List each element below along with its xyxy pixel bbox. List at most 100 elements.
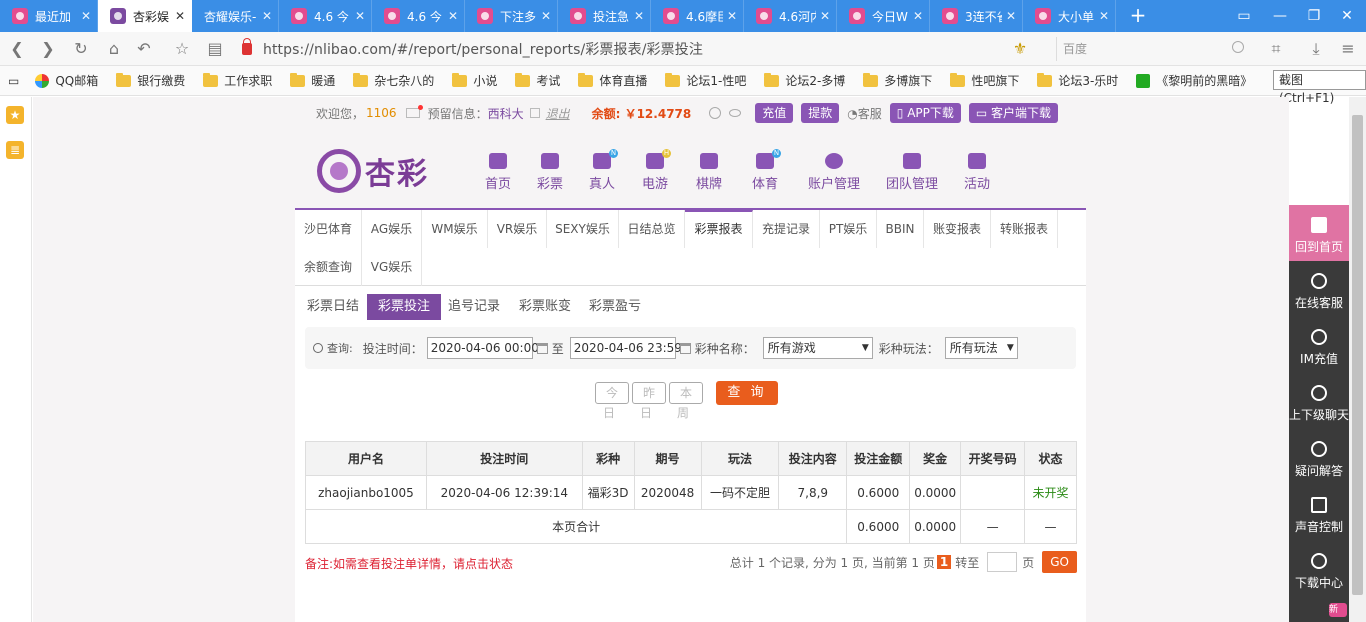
browser-tab[interactable]: 4.6河内✕ [744,0,837,32]
home-icon[interactable]: ⌂ [104,39,124,59]
browser-tab[interactable]: 今日WI ✕ [837,0,930,32]
minimize-icon[interactable]: — [1271,7,1289,25]
close-icon[interactable]: ✕ [448,9,458,23]
close-icon[interactable]: ✕ [727,9,737,23]
bookmark-folder[interactable]: 论坛2-多博 [764,72,845,89]
close-icon[interactable]: ✕ [1099,9,1109,23]
reload-icon[interactable]: ↻ [71,39,91,59]
tab-lottery-daily[interactable]: 彩票日结 [296,294,370,320]
bookmark-item[interactable]: 《黎明前的黑暗》 [1136,72,1252,89]
close-icon[interactable]: ✕ [175,9,185,23]
browser-tab[interactable]: 杏耀娱乐- ✕ [192,0,279,32]
edit-icon[interactable] [529,108,540,118]
close-icon[interactable]: ✕ [262,9,272,23]
tab-vr[interactable]: VR娱乐 [488,210,547,248]
faq-button[interactable]: 疑问解答 [1289,441,1349,479]
bookmark-item[interactable]: QQ邮箱 [35,72,98,89]
tab-lottery-balance[interactable]: 彩票账变 [508,294,582,320]
nav-item-events[interactable]: 活动 [951,153,1003,192]
search-icon[interactable] [1232,41,1244,53]
hide-balance-icon[interactable] [729,109,742,117]
browser-tab[interactable]: 最近加 ✕ [0,0,98,32]
tab-sexy[interactable]: SEXY娱乐 [547,210,619,248]
service-link[interactable]: ◔客服 [847,105,882,122]
tab-bbin[interactable]: BBIN [877,210,924,248]
tab-vg[interactable]: VG娱乐 [362,248,422,286]
search-input[interactable]: 百度 [1056,37,1252,61]
today-button[interactable]: 今日 [595,382,629,420]
deposit-button[interactable]: 充值 [755,103,794,123]
tab-lottery-report[interactable]: 彩票报表 [685,210,753,248]
new-tab-button[interactable]: + [1126,4,1150,28]
download-center-button[interactable]: 下载中心 [1289,553,1349,591]
tab-lottery-profit[interactable]: 彩票盈亏 [578,294,652,320]
browser-tab[interactable]: 3连不省✕ [930,0,1023,32]
crop-icon[interactable]: ⌗ [1266,39,1286,59]
browser-tab[interactable]: 4.6摩臣✕ [651,0,744,32]
bookmark-folder[interactable]: 性吧旗下 [950,72,1019,89]
browser-tab[interactable]: 下注多 ✕ [465,0,558,32]
site-logo[interactable]: 杏彩 [317,149,429,193]
bookmark-folder[interactable]: 多博旗下 [863,72,932,89]
close-icon[interactable]: ✕ [81,9,91,23]
query-button[interactable]: 查 询 [716,381,778,405]
nav-item-slots[interactable]: H 电游 [627,149,683,192]
mail-icon[interactable] [405,105,423,118]
tab-wm[interactable]: WM娱乐 [422,210,488,248]
bookmark-folder[interactable]: 工作求职 [203,72,272,89]
browser-tab[interactable]: 投注急 ✕ [558,0,651,32]
browser-tab[interactable]: 大小单 ✕ [1023,0,1116,32]
restore-icon[interactable]: ❐ [1305,7,1323,25]
close-icon[interactable]: ✕ [634,9,644,23]
notes-icon[interactable]: ≣ [6,141,24,159]
client-download-button[interactable]: ▭ 客户端下载 [968,103,1059,123]
window-close-icon[interactable]: ✕ [1338,7,1356,25]
calendar-icon[interactable] [536,342,548,354]
current-page[interactable]: 1 [936,555,952,569]
nav-item-home[interactable]: 首页 [473,153,523,192]
online-service-button[interactable]: 在线客服 [1289,273,1349,311]
bookmark-folder[interactable]: 杂七杂八的 [353,72,434,89]
browser-tab[interactable]: 4.6 今 ✕ [372,0,465,32]
download-icon[interactable]: ⤓ [1306,39,1326,59]
page-scrollbar[interactable] [1349,97,1366,622]
bookmark-folder[interactable]: 小说 [452,72,497,89]
nav-item-account[interactable]: 账户管理 [795,153,873,192]
bookmark-folder[interactable]: 体育直播 [578,72,647,89]
star-icon[interactable]: ☆ [172,39,192,59]
favorites-star-icon[interactable]: ★ [6,106,24,124]
withdraw-button[interactable]: 提款 [801,103,840,123]
forward-icon[interactable]: ❯ [38,39,58,59]
tab-chase-records[interactable]: 追号记录 [437,294,511,320]
close-icon[interactable]: ✕ [1006,9,1016,23]
close-icon[interactable]: ✕ [541,9,551,23]
sound-control-button[interactable]: 声音控制 [1289,497,1349,535]
refresh-icon[interactable] [709,107,722,119]
calendar-icon[interactable] [679,342,691,354]
yesterday-button[interactable]: 昨日 [632,382,666,420]
back-home-button[interactable]: 回到首页 [1289,205,1349,261]
logout-link[interactable]: 退出 [546,105,570,122]
tab-daily-overview[interactable]: 日结总览 [619,210,685,248]
menu-icon[interactable]: ≡ [1338,39,1358,59]
back-icon[interactable]: ❮ [7,39,27,59]
bookmark-folder[interactable]: 考试 [515,72,560,89]
bookmark-folder[interactable]: 论坛3-乐时 [1037,72,1118,89]
nav-item-cards[interactable]: 棋牌 [683,153,735,192]
tab-balance-change[interactable]: 账变报表 [924,210,991,248]
nav-item-sports[interactable]: N 体育 [735,149,795,192]
lottery-select[interactable]: 所有游戏 [762,337,873,359]
bookmark-folder[interactable]: 论坛1-性吧 [665,72,746,89]
nav-item-lottery[interactable]: 彩票 [523,153,577,192]
close-icon[interactable]: ✕ [913,9,923,23]
bookmark-folder[interactable]: 暖通 [290,72,335,89]
bookmarks-toggle-icon[interactable]: ▭ [8,74,19,88]
reader-icon[interactable]: ▤ [205,39,225,59]
tab-deposit-records[interactable]: 充提记录 [753,210,820,248]
tab-ag[interactable]: AG娱乐 [362,210,422,248]
tab-pt[interactable]: PT娱乐 [820,210,877,248]
tab-shaba-sports[interactable]: 沙巴体育 [295,210,362,248]
url-field[interactable]: https://nlibao.com/#/report/personal_rep… [242,36,1054,62]
chat-button[interactable]: 上下级聊天 [1289,385,1349,423]
tab-transfer-report[interactable]: 转账报表 [991,210,1058,248]
